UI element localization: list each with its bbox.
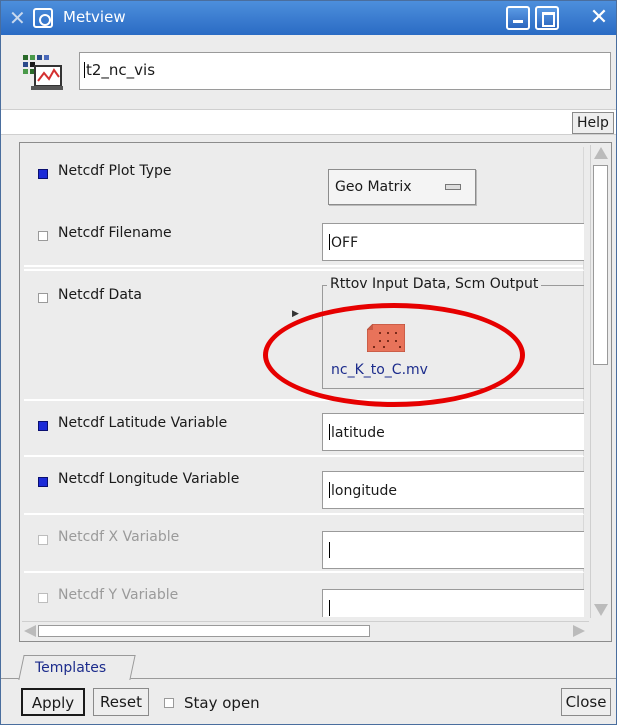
data-drop-area[interactable]: Rttov Input Data, Scm Output nc_K_to_C.m…	[322, 276, 584, 389]
reset-button[interactable]: Reset	[93, 688, 149, 716]
param-label: Netcdf Plot Type	[58, 163, 172, 179]
icon-name-input[interactable]: t2_nc_vis	[79, 52, 611, 90]
title-bar[interactable]: ✕ Metview ✕	[1, 1, 616, 35]
dropdown-indicator-icon	[445, 184, 461, 190]
param-checkbox[interactable]	[38, 477, 48, 487]
latitude-value: latitude	[331, 425, 385, 441]
param-label: Netcdf Latitude Variable	[58, 415, 228, 431]
param-checkbox[interactable]	[38, 169, 48, 179]
bottom-button-bar: Apply Reset Stay open Close	[1, 680, 616, 724]
tab-strip: Templates	[1, 651, 616, 680]
drop-arrow-icon: ▶	[292, 309, 299, 319]
icon-name-bar: t2_nc_vis	[1, 35, 616, 109]
plot-type-dropdown[interactable]: Geo Matrix	[328, 169, 476, 205]
close-window-button[interactable]: ✕	[587, 6, 611, 30]
param-checkbox[interactable]	[38, 593, 48, 603]
scroll-down-icon[interactable]	[594, 604, 608, 616]
latitude-input[interactable]: latitude	[322, 413, 584, 451]
y-variable-input[interactable]	[322, 589, 584, 617]
filename-input[interactable]: OFF	[322, 223, 584, 261]
data-icon-label[interactable]: nc_K_to_C.mv	[331, 362, 428, 378]
help-button[interactable]: Help	[572, 112, 614, 134]
param-row-data: Netcdf Data ▶ Rttov Input Data, Scm Outp…	[24, 271, 584, 401]
netcdf-visualiser-icon	[23, 55, 63, 90]
text-cursor	[329, 424, 330, 440]
text-cursor	[84, 62, 85, 78]
param-row-filename: Netcdf Filename OFF	[24, 209, 584, 271]
param-label: Netcdf Y Variable	[58, 587, 179, 603]
param-checkbox[interactable]	[38, 231, 48, 241]
netcdf-data-icon[interactable]	[367, 324, 405, 352]
apply-button[interactable]: Apply	[21, 688, 85, 716]
text-cursor	[329, 234, 330, 250]
data-frame-title: Rttov Input Data, Scm Output	[327, 276, 542, 292]
param-checkbox[interactable]	[38, 293, 48, 303]
text-cursor	[329, 542, 330, 558]
param-checkbox[interactable]	[38, 535, 48, 545]
tab-templates-label: Templates	[35, 660, 107, 676]
help-strip: Help	[1, 109, 616, 135]
scroll-up-icon[interactable]	[594, 147, 608, 159]
horizontal-scrollbar[interactable]	[22, 621, 589, 639]
param-row-y-variable: Netcdf Y Variable	[24, 573, 584, 617]
param-label: Netcdf Filename	[58, 225, 172, 241]
param-row-x-variable: Netcdf X Variable	[24, 515, 584, 573]
param-row-latitude: Netcdf Latitude Variable latitude	[24, 401, 584, 457]
horizontal-scroll-thumb[interactable]	[38, 625, 370, 637]
param-label: Netcdf Longitude Variable	[58, 471, 240, 487]
dropdown-value: Geo Matrix	[335, 179, 412, 195]
filename-value: OFF	[331, 235, 359, 251]
text-cursor	[329, 482, 330, 498]
scroll-left-icon[interactable]	[24, 625, 36, 637]
vertical-scroll-thumb[interactable]	[593, 165, 608, 365]
longitude-input[interactable]: longitude	[322, 471, 584, 509]
param-label: Netcdf Data	[58, 287, 142, 303]
metview-editor-window: ✕ Metview ✕ t2_nc_vis Help Netcdf Plot T…	[0, 0, 617, 725]
scroll-right-icon[interactable]	[573, 625, 585, 637]
parameter-panel: Netcdf Plot Type Geo Matrix Netcdf Filen…	[19, 142, 612, 642]
close-button[interactable]: Close	[561, 688, 611, 716]
window-title: Metview	[63, 8, 126, 26]
param-label: Netcdf X Variable	[58, 529, 180, 545]
longitude-value: longitude	[331, 483, 397, 499]
param-checkbox[interactable]	[38, 421, 48, 431]
vertical-scrollbar[interactable]	[590, 145, 610, 618]
window-menu-icon[interactable]: ✕	[9, 8, 29, 28]
app-logo-icon	[33, 8, 53, 28]
stay-open-label: Stay open	[184, 694, 260, 712]
text-cursor	[329, 600, 330, 616]
icon-name-value: t2_nc_vis	[86, 61, 156, 79]
parameter-list: Netcdf Plot Type Geo Matrix Netcdf Filen…	[24, 147, 584, 617]
minimize-button[interactable]	[506, 6, 530, 30]
stay-open-checkbox[interactable]	[164, 698, 174, 708]
param-row-longitude: Netcdf Longitude Variable longitude	[24, 457, 584, 515]
maximize-button[interactable]	[535, 6, 559, 30]
x-variable-input[interactable]	[322, 531, 584, 569]
